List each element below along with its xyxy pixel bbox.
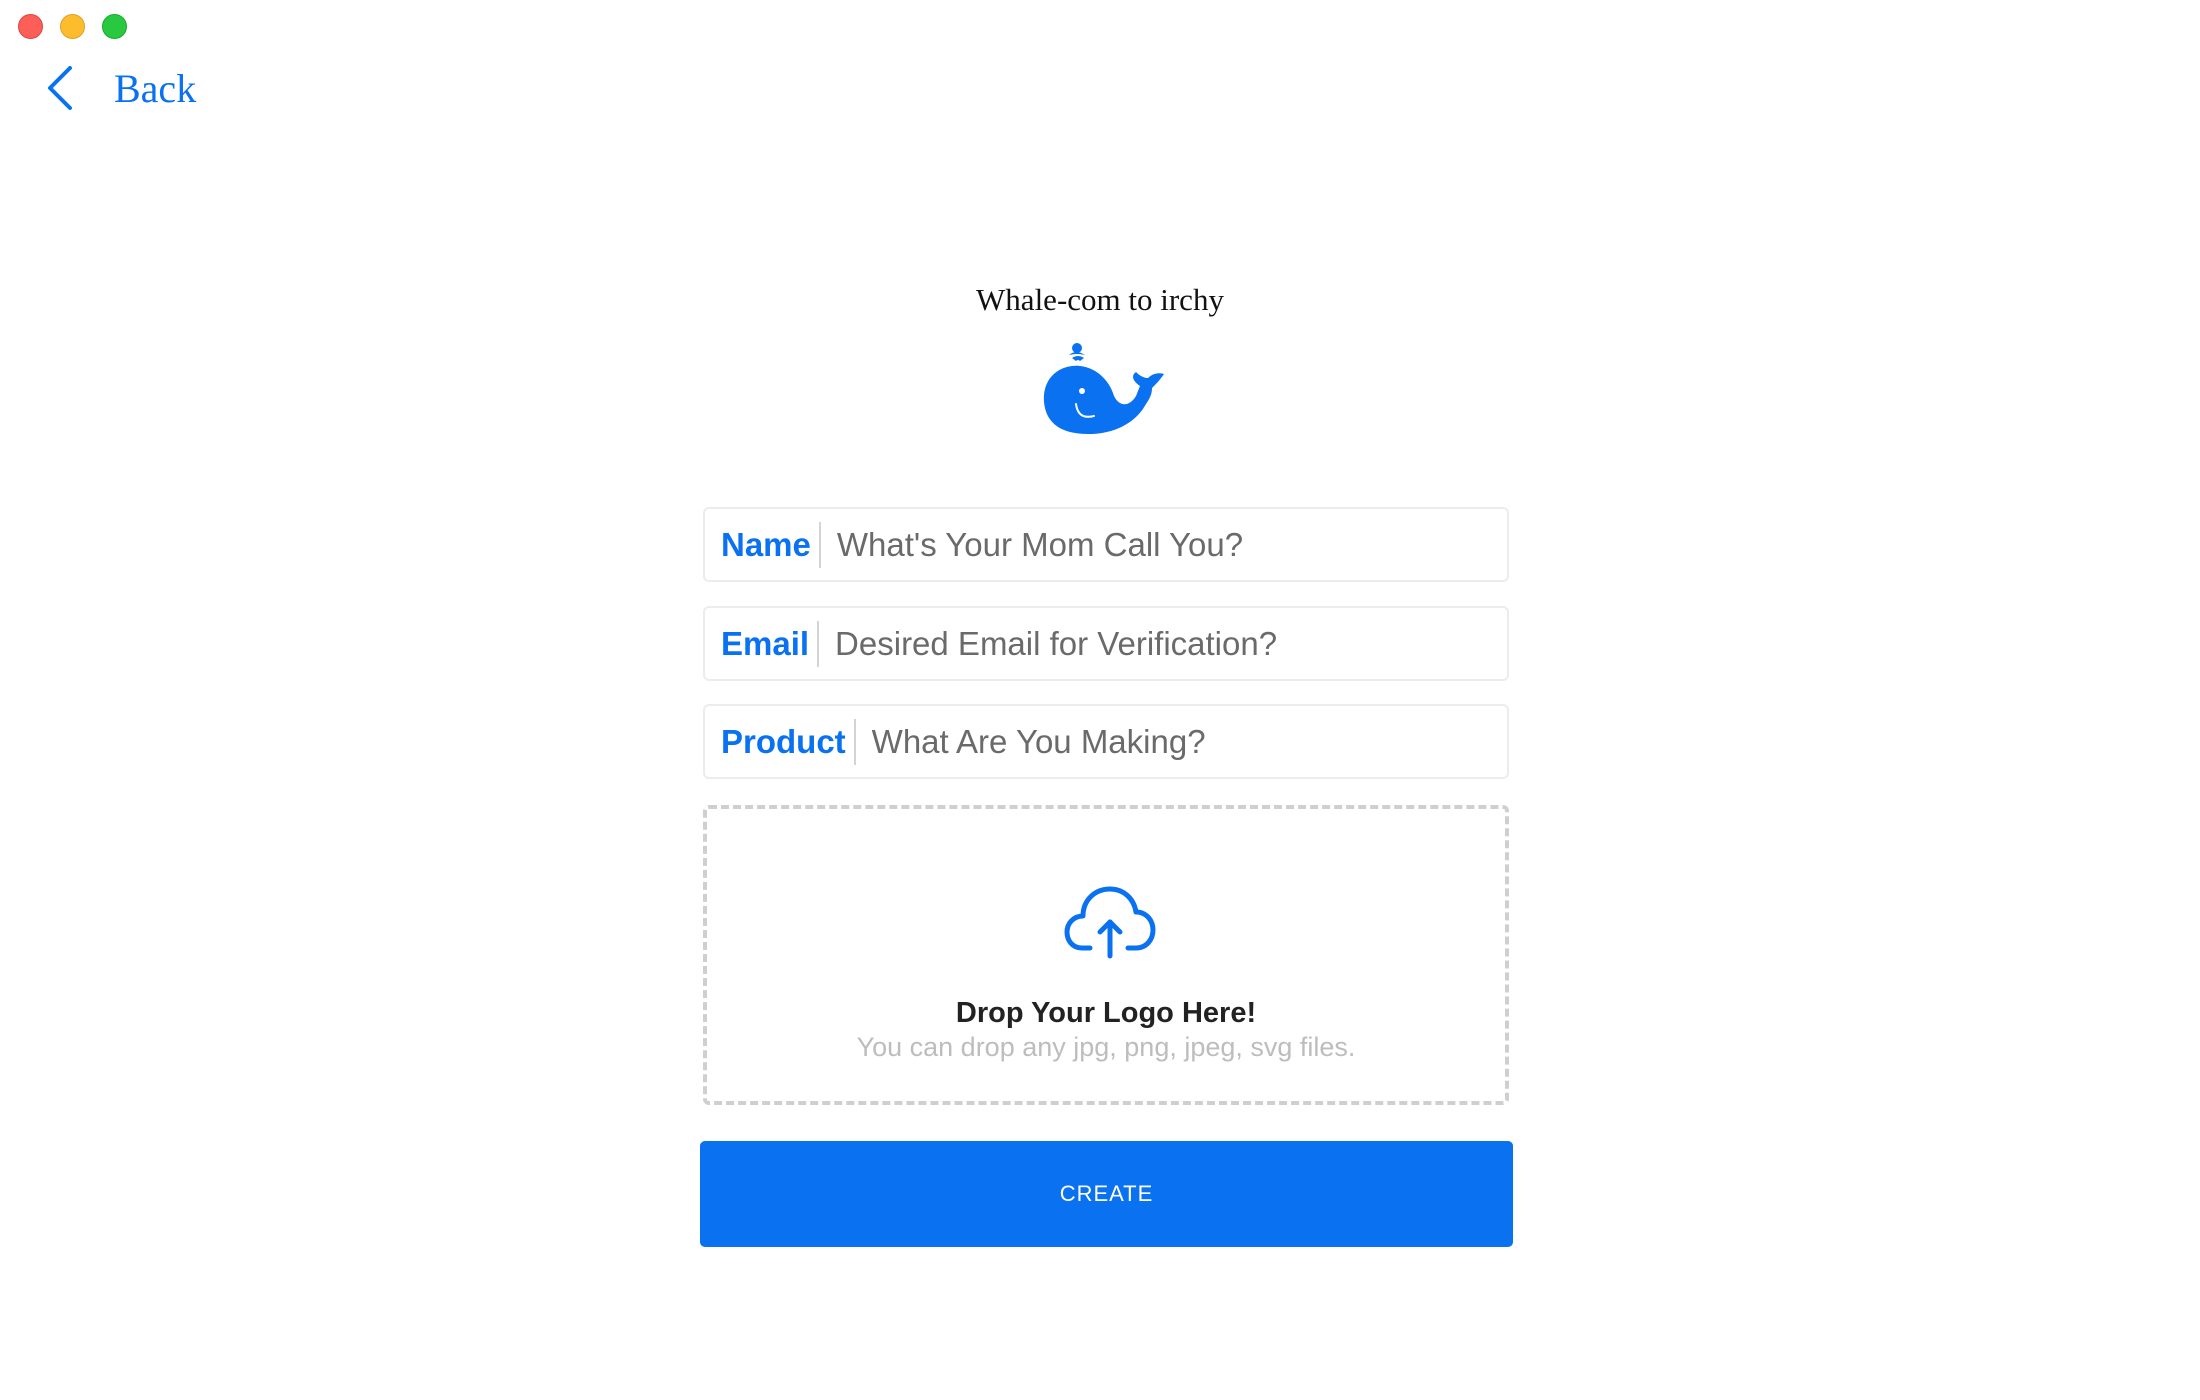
- window-controls: [18, 14, 127, 39]
- product-label: Product: [721, 718, 856, 765]
- back-button[interactable]: Back: [44, 64, 196, 112]
- close-window-button[interactable]: [18, 14, 43, 39]
- back-label: Back: [114, 65, 197, 111]
- name-input[interactable]: [836, 514, 1507, 575]
- welcome-title: Whale-com to irchy: [976, 282, 1224, 317]
- dropzone-subtitle: You can drop any jpg, png, jpeg, svg fil…: [856, 1032, 1356, 1062]
- email-input[interactable]: [835, 613, 1507, 674]
- app-window: Back Whale-com to irchy Name Email Produ…: [0, 0, 2200, 1400]
- cloud-upload-icon: [1064, 886, 1156, 959]
- name-field: Name: [703, 507, 1509, 582]
- maximize-window-button[interactable]: [102, 14, 127, 39]
- minimize-window-button[interactable]: [60, 14, 85, 39]
- logo-dropzone[interactable]: Drop Your Logo Here! You can drop any jp…: [703, 805, 1509, 1105]
- create-button[interactable]: CREATE: [700, 1141, 1513, 1247]
- email-field: Email: [703, 606, 1509, 681]
- chevron-left-icon: [48, 66, 72, 110]
- dropzone-title: Drop Your Logo Here!: [955, 997, 1257, 1029]
- email-label: Email: [721, 620, 820, 667]
- name-label: Name: [721, 521, 821, 568]
- product-input[interactable]: [871, 711, 1507, 772]
- whale-icon: [1043, 343, 1164, 434]
- product-field: Product: [703, 704, 1509, 779]
